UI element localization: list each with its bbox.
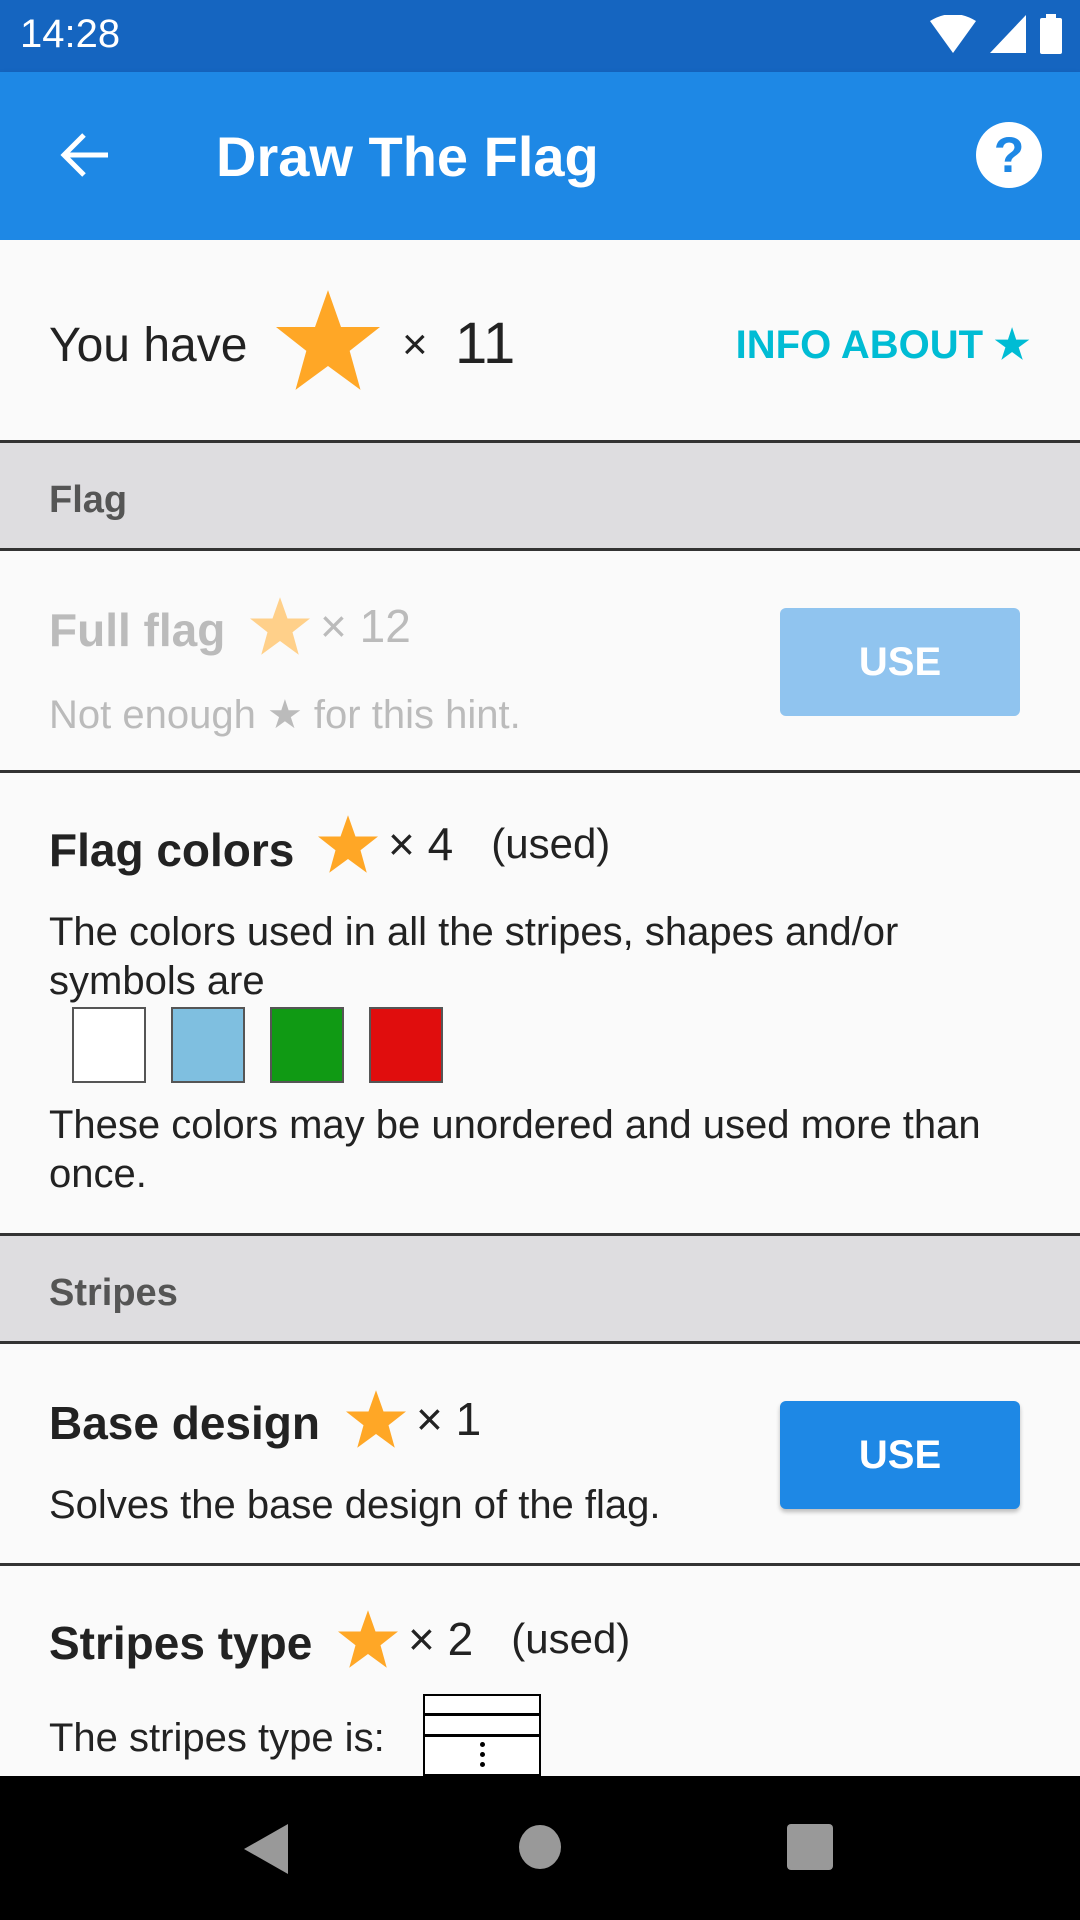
hint-title: Full flag (49, 604, 226, 656)
wifi-icon (930, 15, 976, 53)
color-swatch (171, 1007, 245, 1083)
color-swatch (270, 1007, 344, 1083)
star-icon (250, 597, 310, 655)
stars-balance-row: You have × 11 INFO ABOUT ★ (0, 240, 1080, 443)
back-nav-icon[interactable] (244, 1824, 288, 1874)
recents-nav-icon[interactable] (787, 1824, 833, 1870)
home-nav-icon[interactable] (518, 1824, 562, 1870)
status-time: 14:28 (20, 12, 121, 56)
hint-title: Base design (49, 1397, 320, 1449)
arrow-left-icon (60, 133, 108, 177)
page-title: Draw The Flag (216, 125, 599, 188)
status-bar: 14:28 (0, 0, 1080, 72)
hint-description: The stripes type is: (49, 1716, 385, 1760)
hint-description: Not enough ★ for this hint. (49, 693, 521, 737)
stars-count: 11 (455, 311, 516, 376)
hint-used-label: (used) (491, 820, 611, 867)
hint-note: These colors may be unordered and used m… (49, 1103, 981, 1196)
hint-title: Flag colors (49, 824, 295, 876)
hint-row-stripes-type: Stripes type × 2 (used) The stripes type… (0, 1566, 1080, 1776)
hint-row-flag-colors: Flag colors × 4 (used) The colors used i… (0, 773, 1080, 1236)
battery-icon (1040, 14, 1062, 54)
hint-description: Solves the base design of the flag. (49, 1483, 661, 1527)
hint-cost-value: × 12 (320, 600, 411, 652)
hint-cost-value: × 1 (416, 1393, 482, 1445)
star-icon (318, 815, 378, 873)
hint-row-full-flag: Full flag × 12 Not enough ★ for this hin… (0, 551, 1080, 773)
hint-cost: × 1 (346, 1390, 481, 1448)
hint-title: Stripes type (49, 1617, 313, 1669)
hint-cost-value: × 2 (408, 1613, 474, 1665)
system-nav-bar (0, 1776, 1080, 1920)
color-swatches (72, 1007, 443, 1083)
use-base-design-button[interactable]: USE (780, 1401, 1020, 1509)
signal-icon (990, 15, 1026, 53)
section-title: Stripes (49, 1272, 178, 1314)
info-about-stars-link[interactable]: INFO ABOUT ★ (736, 322, 1030, 368)
hint-description: The colors used in all the stripes, shap… (49, 910, 899, 1003)
help-circle-icon: ? (993, 127, 1025, 183)
section-header-stripes: Stripes (0, 1236, 1080, 1344)
star-icon (338, 1610, 398, 1668)
section-header-flag: Flag (0, 443, 1080, 551)
use-full-flag-button[interactable]: USE (780, 608, 1020, 716)
hint-cost: × 2 (used) (338, 1610, 630, 1668)
status-icons (930, 14, 1062, 54)
hint-cost: × 4 (used) (318, 815, 610, 873)
star-icon (276, 290, 380, 390)
hint-cost-value: × 4 (388, 818, 454, 870)
back-button[interactable] (52, 122, 118, 188)
horizontal-stripes-icon (423, 1694, 541, 1776)
color-swatch (369, 1007, 443, 1083)
stars-times: × (402, 320, 428, 369)
stars-label: You have (49, 319, 248, 372)
hints-list[interactable]: You have × 11 INFO ABOUT ★ Flag Full fla… (0, 240, 1080, 1776)
hint-used-label: (used) (511, 1615, 631, 1662)
app-bar: Draw The Flag ? (0, 72, 1080, 240)
hint-row-base-design: Base design × 1 Solves the base design o… (0, 1344, 1080, 1566)
section-title: Flag (49, 479, 128, 521)
hint-cost: × 12 (250, 597, 411, 655)
help-button[interactable]: ? (976, 122, 1042, 188)
star-icon (346, 1390, 406, 1448)
color-swatch (72, 1007, 146, 1083)
